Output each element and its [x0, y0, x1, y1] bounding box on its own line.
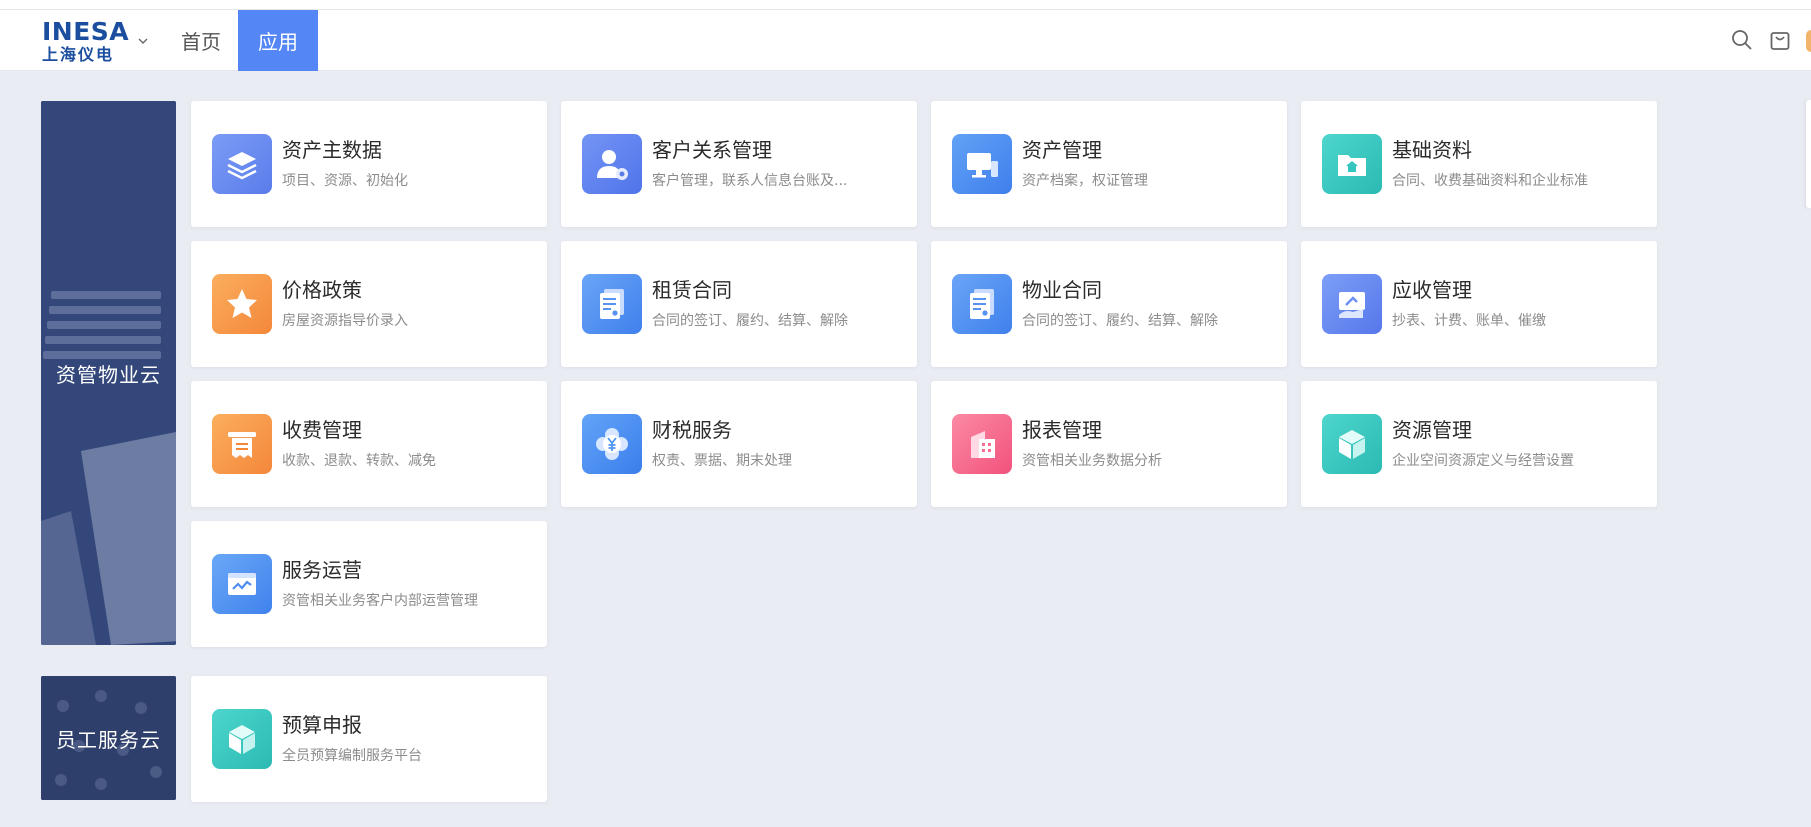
avatar[interactable] — [1806, 30, 1811, 52]
app-title: 服务运营 — [282, 558, 362, 582]
app-title: 财税服务 — [652, 418, 732, 442]
app-desc: 全员预算编制服务平台 — [282, 748, 422, 764]
cube-icon — [212, 709, 272, 769]
app-card-property-contract[interactable]: 物业合同 合同的签订、履约、结算、解除 — [931, 241, 1287, 367]
app-card-resource-management[interactable]: 资源管理 企业空间资源定义与经营设置 — [1301, 381, 1657, 507]
app-title: 价格政策 — [282, 278, 362, 302]
app-desc: 合同的签订、履约、结算、解除 — [652, 313, 848, 329]
app-title: 资源管理 — [1392, 418, 1472, 442]
search-icon[interactable] — [1730, 28, 1754, 52]
group-label-employee-service-cloud: 员工服务云 — [41, 676, 176, 800]
logo: INESA 上海仪电 — [42, 19, 129, 63]
app-title: 应收管理 — [1392, 278, 1472, 302]
app-desc: 资管相关业务数据分析 — [1022, 453, 1162, 469]
yuan-flower-icon — [582, 414, 642, 474]
chevron-down-icon — [138, 38, 148, 44]
chart-window-icon — [212, 554, 272, 614]
app-desc: 房屋资源指导价录入 — [282, 313, 408, 329]
app-desc: 合同的签订、履约、结算、解除 — [1022, 313, 1218, 329]
app-desc: 收款、退款、转款、减免 — [282, 453, 436, 469]
app-title: 报表管理 — [1022, 418, 1102, 442]
app-title: 物业合同 — [1022, 278, 1102, 302]
app-desc: 项目、资源、初始化 — [282, 173, 408, 189]
app-card-fee-management[interactable]: 收费管理 收款、退款、转款、减免 — [191, 381, 547, 507]
app-card-budget-declaration[interactable]: 预算申报 全员预算编制服务平台 — [191, 676, 547, 802]
group-label-text: 员工服务云 — [56, 727, 161, 752]
app-desc: 客户管理，联系人信息台账及... — [652, 173, 848, 189]
app-title: 租赁合同 — [652, 278, 732, 302]
contract-icon — [582, 274, 642, 334]
star-icon — [212, 274, 272, 334]
app-title: 资产管理 — [1022, 138, 1102, 162]
app-desc: 抄表、计费、账单、催缴 — [1392, 313, 1546, 329]
cube-icon — [1322, 414, 1382, 474]
logo-switcher[interactable]: INESA 上海仪电 — [42, 16, 152, 66]
app-desc: 资管相关业务客户内部运营管理 — [282, 593, 478, 609]
app-card-basic-data[interactable]: 基础资料 合同、收费基础资料和企业标准 — [1301, 101, 1657, 227]
layers-icon — [212, 134, 272, 194]
app-card-report-management[interactable]: 报表管理 资管相关业务数据分析 — [931, 381, 1287, 507]
monitor-icon — [952, 134, 1012, 194]
app-card-asset-master-data[interactable]: 资产主数据 项目、资源、初始化 — [191, 101, 547, 227]
app-title: 资产主数据 — [282, 138, 382, 162]
group-label-asset-property-cloud: 资管物业云 — [41, 101, 176, 645]
app-desc: 合同、收费基础资料和企业标准 — [1392, 173, 1588, 189]
app-desc: 资产档案，权证管理 — [1022, 173, 1148, 189]
app-card-price-policy[interactable]: 价格政策 房屋资源指导价录入 — [191, 241, 547, 367]
app-card-receivables[interactable]: 应收管理 抄表、计费、账单、催缴 — [1301, 241, 1657, 367]
main-nav: 首页 应用 — [164, 10, 318, 71]
app-title: 客户关系管理 — [652, 138, 772, 162]
receipt-icon — [212, 414, 272, 474]
logo-en: INESA — [42, 17, 130, 46]
app-card-asset-management[interactable]: 资产管理 资产档案，权证管理 — [931, 101, 1287, 227]
app-title: 基础资料 — [1392, 138, 1472, 162]
receivable-icon — [1322, 274, 1382, 334]
app-card-service-operations[interactable]: 服务运营 资管相关业务客户内部运营管理 — [191, 521, 547, 647]
contract-icon — [952, 274, 1012, 334]
app-title: 收费管理 — [282, 418, 362, 442]
nav-apps[interactable]: 应用 — [238, 10, 318, 71]
group-label-text: 资管物业云 — [56, 362, 161, 387]
app-card-tax-service[interactable]: 财税服务 权责、票据、期末处理 — [561, 381, 917, 507]
building-report-icon — [952, 414, 1012, 474]
user-gear-icon — [582, 134, 642, 194]
app-desc: 权责、票据、期末处理 — [652, 453, 792, 469]
app-desc: 企业空间资源定义与经营设置 — [1392, 453, 1574, 469]
app-card-lease-contract[interactable]: 租赁合同 合同的签订、履约、结算、解除 — [561, 241, 917, 367]
app-title: 预算申报 — [282, 713, 362, 737]
logo-cn: 上海仪电 — [42, 45, 115, 64]
side-drawer-handle[interactable] — [1806, 100, 1811, 208]
folder-home-icon — [1322, 134, 1382, 194]
browser-bookmark-strip — [0, 0, 1811, 10]
top-header: INESA 上海仪电 首页 应用 — [0, 10, 1811, 71]
shopping-bag-icon[interactable] — [1768, 28, 1792, 52]
app-card-crm[interactable]: 客户关系管理 客户管理，联系人信息台账及... — [561, 101, 917, 227]
nav-home[interactable]: 首页 — [164, 10, 238, 71]
